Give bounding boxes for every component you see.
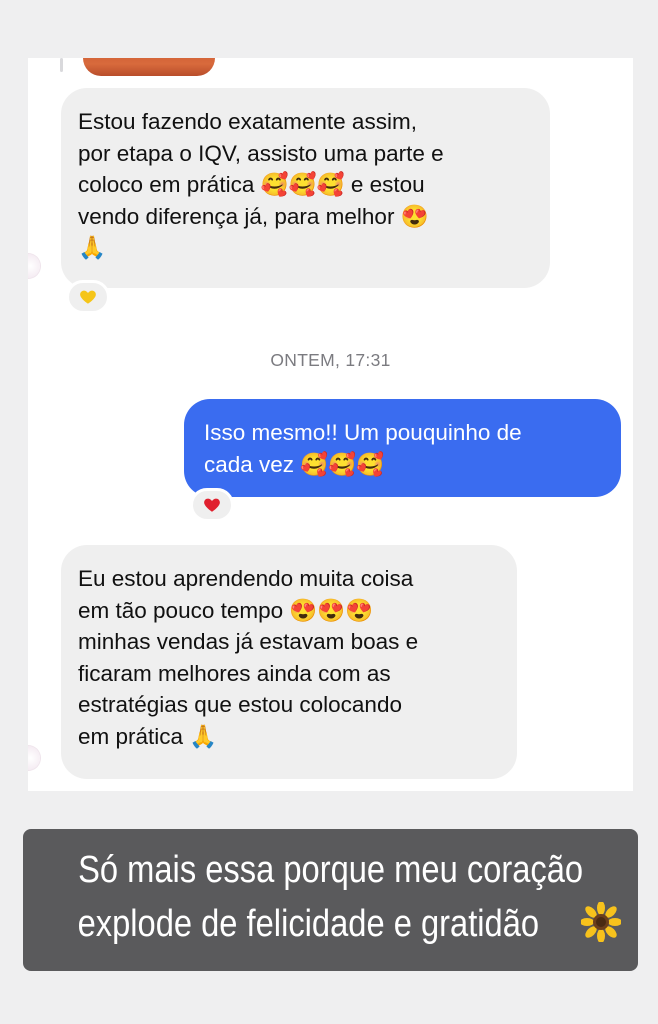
caption-line: Só mais essa porque meu coração — [23, 843, 638, 897]
reaction-yellow-heart[interactable] — [66, 280, 110, 314]
caption-text: Só mais essa porque meu coração — [77, 849, 583, 891]
message-line: coloco em prática 🥰🥰🥰 e estou — [78, 172, 425, 197]
contact-avatar[interactable] — [28, 254, 40, 278]
message-line: minhas vendas já estavam boas e — [78, 629, 419, 654]
caption-text: explode de felicidade e gratidão — [77, 903, 539, 945]
message-line: estratégias que estou colocando — [78, 692, 402, 717]
incoming-message-bubble[interactable]: Estou fazendo exatamente assim, por etap… — [61, 88, 550, 288]
story-caption: Só mais essa porque meu coração explode … — [23, 829, 638, 971]
reaction-red-heart[interactable] — [190, 488, 234, 522]
message-line: em prática 🙏 — [78, 723, 218, 749]
outgoing-message-bubble[interactable]: Isso mesmo!! Um pouquinho de cada vez 🥰🥰… — [184, 399, 621, 497]
previous-image-message[interactable] — [83, 58, 215, 76]
message-line: cada vez 🥰🥰🥰 — [204, 451, 385, 477]
message-line: Eu estou aprendendo muita coisa — [78, 566, 414, 591]
red-heart-icon — [204, 498, 220, 512]
message-line: por etapa o IQV, assisto uma parte e — [78, 140, 444, 166]
caption-line: explode de felicidade e gratidão — [23, 897, 638, 951]
message-line: 🙏 — [78, 235, 107, 260]
message-timestamp: ONTEM, 17:31 — [270, 350, 391, 370]
yellow-heart-icon — [80, 290, 96, 304]
sunflower-icon — [581, 902, 622, 942]
contact-avatar[interactable] — [28, 746, 40, 770]
message-line: Estou fazendo exatamente assim, — [78, 109, 417, 134]
message-line: em tão pouco tempo 😍😍😍 — [78, 597, 374, 623]
message-line: Isso mesmo!! Um pouquinho de — [204, 420, 522, 445]
reply-indicator-line — [60, 58, 63, 72]
message-line: ficaram melhores ainda com as — [78, 660, 391, 686]
message-line: vendo diferença já, para melhor 😍 — [78, 203, 429, 229]
chat-panel: Estou fazendo exatamente assim, por etap… — [28, 58, 633, 791]
incoming-message-bubble[interactable]: Eu estou aprendendo muita coisa em tão p… — [61, 545, 517, 779]
